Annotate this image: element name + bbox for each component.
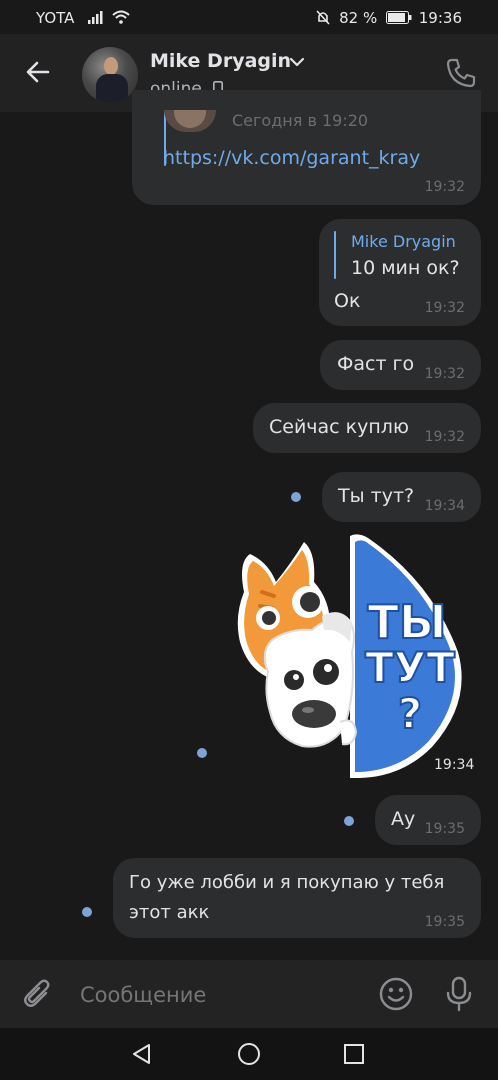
- sticker-time: 19:34: [434, 757, 475, 773]
- sticker-text-3: ?: [398, 689, 422, 738]
- message-bubble[interactable]: Ау 19:35: [375, 795, 481, 845]
- microphone-icon[interactable]: [444, 976, 474, 1012]
- message-time: 19:32: [424, 179, 465, 195]
- message-bubble[interactable]: Сейчас куплю 19:32: [253, 403, 481, 453]
- unread-indicator: [344, 816, 354, 826]
- mute-bell-icon: [316, 10, 330, 25]
- chat-title[interactable]: Mike Dryagin: [150, 50, 291, 72]
- message-bubble[interactable]: Сегодня в 19:20 https://vk.com/garant_kr…: [132, 90, 481, 205]
- message-text-line-1: Го уже лобби и я покупаю у тебя: [129, 872, 445, 893]
- status-right: 82 % 19:36: [316, 9, 462, 27]
- unread-indicator: [197, 748, 207, 758]
- nav-back-icon[interactable]: [130, 1042, 154, 1066]
- message-link[interactable]: https://vk.com/garant_kray: [163, 147, 420, 169]
- message-text-line-2: этот акк: [129, 902, 210, 923]
- message-bubble[interactable]: Ты тут? 19:34: [322, 472, 481, 522]
- message-text: Ок: [334, 290, 361, 312]
- sticker-text-1: ТЫ: [367, 595, 446, 649]
- clock: 19:36: [418, 9, 462, 27]
- reply-author[interactable]: Mike Dryagin: [351, 232, 456, 251]
- message-time: 19:35: [424, 914, 465, 930]
- message-text: Сейчас куплю: [269, 416, 409, 438]
- message-text: Фаст го: [337, 353, 415, 375]
- message-text: Ау: [391, 808, 416, 830]
- unread-indicator: [291, 492, 301, 502]
- signal-icon: [88, 11, 103, 24]
- message-time: 19:34: [424, 498, 465, 514]
- link-meta: Сегодня в 19:20: [232, 111, 369, 130]
- reply-text: 10 мин ок?: [351, 257, 460, 279]
- back-arrow-icon[interactable]: [22, 56, 54, 88]
- emoji-icon[interactable]: [378, 976, 414, 1012]
- message-composer: [0, 960, 498, 1028]
- message-time: 19:35: [424, 821, 465, 837]
- battery-percent: 82 %: [339, 9, 378, 27]
- message-time: 19:32: [424, 300, 465, 316]
- status-bar: YOTA 82 % 19:36: [0, 0, 498, 34]
- message-time: 19:32: [424, 429, 465, 445]
- wifi-icon: [112, 10, 130, 24]
- paperclip-icon[interactable]: [22, 978, 54, 1010]
- status-left: YOTA: [36, 9, 130, 27]
- link-preview-avatar: [164, 110, 216, 132]
- message-bubble[interactable]: Mike Dryagin 10 мин ок? Ок 19:32: [319, 219, 481, 326]
- message-bubble[interactable]: Фаст го 19:32: [320, 340, 481, 390]
- message-time: 19:32: [424, 366, 465, 382]
- phone-call-icon[interactable]: [444, 56, 478, 90]
- message-bubble[interactable]: Го уже лобби и я покупаю у тебя этот акк…: [113, 858, 481, 938]
- message-text: Ты тут?: [338, 485, 415, 507]
- chevron-down-icon[interactable]: [289, 56, 305, 68]
- message-input[interactable]: [78, 974, 362, 1016]
- avatar[interactable]: [82, 47, 138, 103]
- sticker[interactable]: ТЫ ТУТ ?: [232, 532, 480, 782]
- battery-icon: [385, 11, 412, 24]
- nav-recents-icon[interactable]: [343, 1043, 365, 1065]
- system-navigation-bar: [0, 1028, 498, 1080]
- nav-home-icon[interactable]: [237, 1042, 261, 1066]
- sticker-text-2: ТУТ: [365, 643, 455, 692]
- unread-indicator: [82, 907, 92, 917]
- carrier-label: YOTA: [36, 9, 75, 27]
